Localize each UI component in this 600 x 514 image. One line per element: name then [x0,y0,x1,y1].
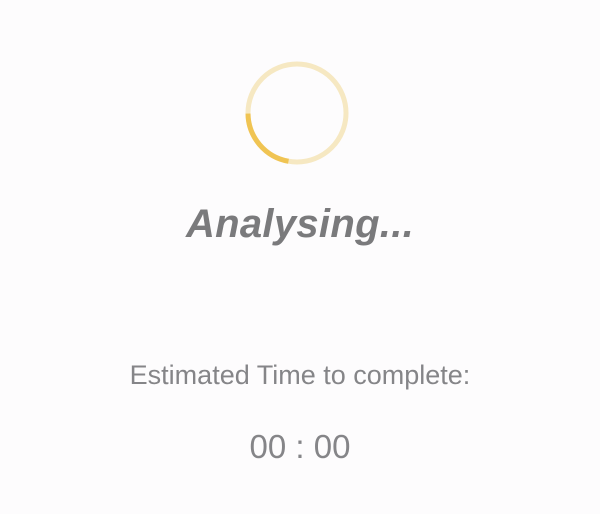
estimated-time-label: Estimated Time to complete: [129,360,471,390]
countdown-timer: 00 : 00 [249,428,351,465]
spinner-progress-arc [245,61,349,165]
loading-spinner-icon [245,61,349,165]
status-title: Analysing... [185,202,415,246]
analysis-screen: Analysing... Estimated Time to complete:… [0,0,600,514]
